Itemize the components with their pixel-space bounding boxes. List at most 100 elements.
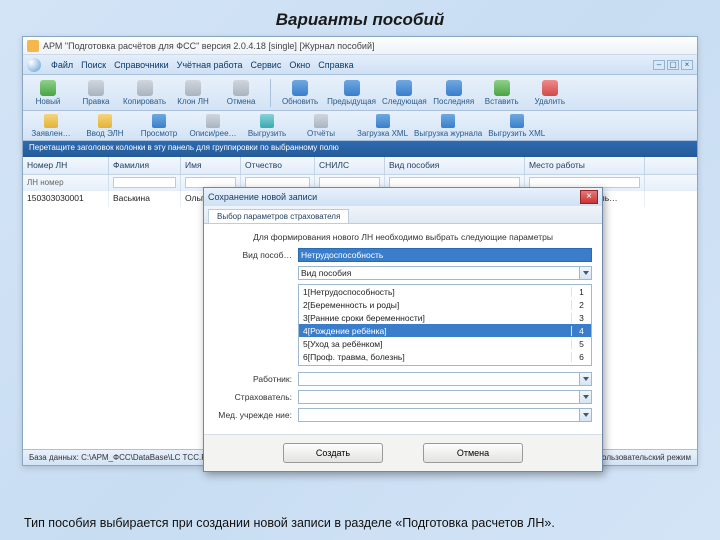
toolbar-icon bbox=[185, 80, 201, 96]
menu-work[interactable]: Учётная работа bbox=[177, 60, 243, 70]
list-item[interactable]: 2[Беременность и роды]2 bbox=[299, 298, 591, 311]
toolbar-btn-обновить[interactable]: Обновить bbox=[279, 80, 321, 106]
toolbar-btn-label: Вставить bbox=[485, 97, 519, 106]
toolbar-icon bbox=[98, 114, 112, 128]
field-vid-dropdown[interactable]: Вид пособия bbox=[298, 266, 592, 280]
window-title: АРМ "Подготовка расчётов для ФСС" версия… bbox=[43, 41, 374, 51]
col-header[interactable]: Фамилия bbox=[109, 157, 181, 174]
modal-hint: Для формирования нового ЛН необходимо вы… bbox=[214, 232, 592, 242]
list-item[interactable]: 5[Уход за ребёнком]5 bbox=[299, 337, 591, 350]
toolbar-btn-отмена[interactable]: Отмена bbox=[220, 80, 262, 106]
chevron-down-icon[interactable] bbox=[579, 267, 591, 279]
label-vid: Вид пособ… bbox=[214, 250, 292, 260]
chevron-down-icon[interactable] bbox=[579, 373, 591, 385]
label-strah: Страхователь: bbox=[214, 392, 292, 402]
close-button[interactable]: × bbox=[681, 60, 693, 70]
toolbar-btn-label: Копировать bbox=[123, 97, 166, 106]
toolbar-btn-вставить[interactable]: Вставить bbox=[481, 80, 523, 106]
menu-service[interactable]: Сервис bbox=[251, 60, 282, 70]
toolbar-btn-label: Выгрузить XML bbox=[488, 129, 545, 138]
menubar: Файл Поиск Справочники Учётная работа Се… bbox=[23, 55, 697, 75]
toolbar-btn-label: Обновить bbox=[282, 97, 318, 106]
toolbar-btn-предыдущая[interactable]: Предыдущая bbox=[327, 80, 376, 106]
toolbar-btn-описирее[interactable]: Описи/рее… bbox=[189, 114, 237, 138]
filter-input[interactable] bbox=[113, 177, 176, 188]
menu-file[interactable]: Файл bbox=[51, 60, 73, 70]
col-header[interactable]: Вид пособия bbox=[385, 157, 525, 174]
toolbar-icon bbox=[292, 80, 308, 96]
toolbar-btn-копировать[interactable]: Копировать bbox=[123, 80, 166, 106]
toolbar-icon bbox=[494, 80, 510, 96]
list-item-text: 1[Нетрудоспособность] bbox=[299, 287, 571, 297]
toolbar-btn-label: Клон ЛН bbox=[177, 97, 209, 106]
cancel-button[interactable]: Отмена bbox=[423, 443, 523, 463]
toolbar-btn-вводэлн[interactable]: Ввод ЭЛН bbox=[81, 114, 129, 138]
modal-titlebar: Сохранение новой записи × bbox=[204, 188, 602, 206]
toolbar-icon bbox=[510, 114, 524, 128]
list-item[interactable]: 6[Проф. травма, болезнь]6 bbox=[299, 350, 591, 363]
toolbar-btn-отчты[interactable]: Отчёты bbox=[297, 114, 345, 138]
toolbar-icon bbox=[206, 114, 220, 128]
list-item-num: 2 bbox=[571, 300, 591, 310]
menu-ref[interactable]: Справочники bbox=[114, 60, 169, 70]
toolbar-btn-удалить[interactable]: Удалить bbox=[529, 80, 571, 106]
toolbar-btn-следующая[interactable]: Следующая bbox=[382, 80, 427, 106]
modal-tab[interactable]: Выбор параметров страхователя bbox=[208, 209, 349, 223]
toolbar-icon bbox=[260, 114, 274, 128]
list-item[interactable]: 4[Рождение ребёнка]4 bbox=[299, 324, 591, 337]
toolbar-btn-загрузкаxml[interactable]: Загрузка XML bbox=[357, 114, 408, 138]
toolbar-btn-label: Предыдущая bbox=[327, 97, 376, 106]
toolbar-btn-label: Загрузка XML bbox=[357, 129, 408, 138]
list-item-num: 4 bbox=[571, 326, 591, 336]
toolbar-btn-label: Удалить bbox=[534, 97, 565, 106]
toolbar-btn-выгрузить[interactable]: Выгрузить bbox=[243, 114, 291, 138]
field-rabotnik[interactable] bbox=[298, 372, 592, 386]
modal-close-button[interactable]: × bbox=[580, 190, 598, 204]
toolbar-btn-просмотр[interactable]: Просмотр bbox=[135, 114, 183, 138]
col-header[interactable]: Место работы bbox=[525, 157, 645, 174]
slide-title: Варианты пособий bbox=[0, 0, 720, 36]
list-item-num: 1 bbox=[571, 287, 591, 297]
filter-cell bbox=[109, 175, 181, 191]
modal-title: Сохранение новой записи bbox=[208, 192, 317, 202]
toolbar-btn-label: Правка bbox=[82, 97, 109, 106]
list-item-text: 3[Ранние сроки беременности] bbox=[299, 313, 571, 323]
min-button[interactable]: – bbox=[653, 60, 665, 70]
toolbar-btn-выгрузкажурнала[interactable]: Выгрузка журнала bbox=[414, 114, 482, 138]
max-button[interactable]: ▢ bbox=[667, 60, 679, 70]
toolbar-btn-label: Выгрузить bbox=[248, 129, 286, 138]
list-item-num: 3 bbox=[571, 313, 591, 323]
toolbar-btn-заявлен[interactable]: Заявлен… bbox=[27, 114, 75, 138]
chevron-down-icon[interactable] bbox=[579, 409, 591, 421]
toolbar-icon bbox=[376, 114, 390, 128]
toolbar-btn-label: Отмена bbox=[227, 97, 256, 106]
menu-help[interactable]: Справка bbox=[318, 60, 353, 70]
menu-search[interactable]: Поиск bbox=[81, 60, 106, 70]
toolbar-icon bbox=[152, 114, 166, 128]
list-item[interactable]: 3[Ранние сроки беременности]3 bbox=[299, 311, 591, 324]
toolbar-btn-правка[interactable]: Правка bbox=[75, 80, 117, 106]
list-item-text: 5[Уход за ребёнком] bbox=[299, 339, 571, 349]
slide-caption: Тип пособия выбирается при создании ново… bbox=[24, 515, 696, 532]
toolbar-btn-последняя[interactable]: Последняя bbox=[433, 80, 475, 106]
list-item[interactable]: 1[Нетрудоспособность]1 bbox=[299, 285, 591, 298]
cell: 150303030001 bbox=[23, 191, 109, 207]
app-orb-icon[interactable] bbox=[27, 58, 41, 72]
field-med[interactable] bbox=[298, 408, 592, 422]
field-strah[interactable] bbox=[298, 390, 592, 404]
listbox-vid[interactable]: 1[Нетрудоспособность]12[Беременность и р… bbox=[298, 284, 592, 366]
chevron-down-icon[interactable] bbox=[579, 391, 591, 403]
create-button[interactable]: Создать bbox=[283, 443, 383, 463]
col-header[interactable]: Имя bbox=[181, 157, 241, 174]
col-header[interactable]: СНИЛС bbox=[315, 157, 385, 174]
toolbar-btn-выгрузитьxml[interactable]: Выгрузить XML bbox=[488, 114, 545, 138]
menu-window[interactable]: Окно bbox=[289, 60, 310, 70]
field-vid-highlight[interactable]: Нетрудоспособность bbox=[298, 248, 592, 262]
toolbar-btn-label: Новый bbox=[36, 97, 61, 106]
col-header[interactable]: Отчество bbox=[241, 157, 315, 174]
col-header[interactable]: Номер ЛН bbox=[23, 157, 109, 174]
toolbar-btn-новый[interactable]: Новый bbox=[27, 80, 69, 106]
toolbar-icon bbox=[88, 80, 104, 96]
toolbar-btn-label: Отчёты bbox=[307, 129, 335, 138]
toolbar-btn-клонлн[interactable]: Клон ЛН bbox=[172, 80, 214, 106]
